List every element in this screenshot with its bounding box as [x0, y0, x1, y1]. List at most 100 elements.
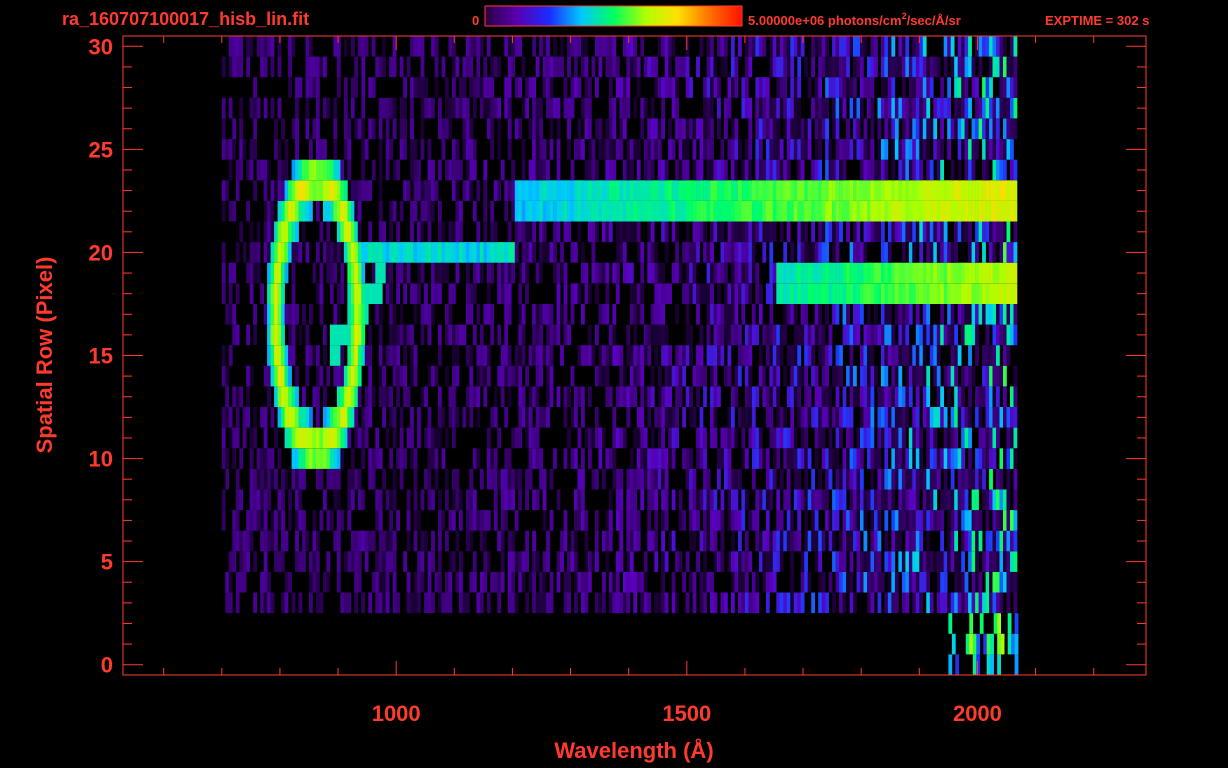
heatmap-cell — [919, 283, 924, 304]
heatmap-cell — [445, 468, 449, 490]
heatmap-cell — [912, 180, 917, 201]
heatmap-cell — [947, 262, 951, 284]
heatmap-cell — [856, 97, 861, 119]
heatmap-cell — [277, 551, 282, 572]
heatmap-cell — [710, 365, 714, 387]
heatmap-cell — [964, 97, 969, 119]
heatmap-cell — [884, 427, 889, 449]
heatmap-cell — [427, 365, 432, 387]
heatmap-cell — [769, 530, 774, 552]
heatmap-cell — [706, 510, 711, 531]
heatmap-cell — [818, 345, 822, 366]
heatmap-cell — [570, 97, 575, 119]
heatmap-cell — [710, 139, 714, 160]
heatmap-cell — [260, 407, 264, 428]
heatmap-cell — [793, 386, 798, 407]
heatmap-cell — [260, 56, 264, 78]
heatmap-cell — [661, 427, 665, 449]
heatmap-cell — [748, 345, 753, 366]
heatmap-cell — [1010, 510, 1014, 531]
heatmap-cell — [354, 571, 359, 593]
heatmap-cell — [867, 304, 871, 325]
heatmap-cell — [305, 159, 310, 181]
heatmap-cell — [985, 571, 990, 593]
heatmap-cell — [696, 242, 700, 263]
heatmap-cell — [807, 118, 812, 140]
heatmap-cell — [270, 200, 275, 222]
heatmap-cell — [309, 427, 313, 449]
heatmap-cell — [577, 571, 582, 593]
heatmap-cell — [818, 571, 822, 593]
heatmap-cell — [340, 262, 345, 284]
heatmap-cell — [989, 180, 993, 201]
heatmap-cell — [936, 139, 941, 160]
heatmap-cell — [459, 77, 463, 98]
heatmap-cell — [860, 345, 864, 366]
heatmap-cell — [560, 242, 564, 263]
heatmap-cell — [382, 36, 386, 57]
heatmap-cell — [675, 386, 679, 407]
heatmap-cell — [853, 56, 857, 78]
heatmap-cell — [504, 304, 509, 325]
heatmap-cell — [912, 407, 917, 428]
heatmap-cell — [685, 345, 690, 366]
heatmap-cell — [1003, 139, 1007, 160]
heatmap-cell — [727, 345, 732, 366]
heatmap-cell — [786, 159, 791, 181]
heatmap-cell — [469, 571, 474, 593]
heatmap-cell — [828, 510, 833, 531]
heatmap-cell — [961, 324, 965, 346]
heatmap-cell — [329, 407, 334, 428]
heatmap-cell — [364, 427, 369, 449]
heatmap-cell — [1003, 489, 1007, 511]
heatmap-cell — [870, 510, 875, 531]
heatmap-cell — [329, 180, 334, 201]
heatmap-cell — [626, 56, 631, 78]
heatmap-cell — [992, 159, 997, 181]
heatmap-cell — [961, 448, 965, 469]
heatmap-cell — [797, 530, 802, 552]
heatmap-cell — [542, 345, 547, 366]
heatmap-cell — [274, 345, 278, 366]
heatmap-cell — [608, 97, 613, 119]
heatmap-cell — [786, 36, 791, 57]
heatmap-cell — [378, 200, 383, 222]
heatmap-cell — [336, 530, 341, 552]
heatmap-cell — [961, 180, 965, 201]
heatmap-cell — [525, 283, 529, 304]
heatmap-cell — [277, 386, 282, 407]
heatmap-cell — [657, 365, 662, 387]
heatmap-cell — [692, 571, 697, 593]
heatmap-cell — [274, 242, 278, 263]
heatmap-cell — [807, 345, 812, 366]
heatmap-cell — [406, 571, 411, 593]
heatmap-cell — [657, 159, 662, 181]
heatmap-cell — [291, 304, 296, 325]
heatmap-cell — [936, 592, 941, 614]
heatmap-cell — [887, 571, 892, 593]
heatmap-cell — [703, 510, 707, 531]
heatmap-cell — [511, 530, 516, 552]
heatmap-cell — [267, 365, 271, 387]
heatmap-cell — [961, 97, 965, 119]
heatmap-cell — [232, 324, 237, 346]
heatmap-cell — [622, 242, 627, 263]
heatmap-cell — [976, 633, 981, 655]
heatmap-cell — [361, 36, 366, 57]
heatmap-cell — [305, 345, 310, 366]
heatmap-cell — [661, 118, 665, 140]
heatmap-cell — [755, 97, 760, 119]
heatmap-cell — [448, 407, 453, 428]
heatmap-cell — [922, 200, 927, 222]
heatmap-cell — [525, 530, 529, 552]
heatmap-cell — [281, 262, 285, 284]
heatmap-cell — [797, 407, 802, 428]
heatmap-cell — [689, 324, 693, 346]
heatmap-cell — [751, 324, 756, 346]
heatmap-cell — [905, 324, 910, 346]
heatmap-cell — [357, 427, 362, 449]
heatmap-cell — [619, 345, 624, 366]
heatmap-cell — [378, 592, 383, 614]
heatmap-cell — [1010, 427, 1014, 449]
heatmap-cell — [277, 489, 282, 511]
